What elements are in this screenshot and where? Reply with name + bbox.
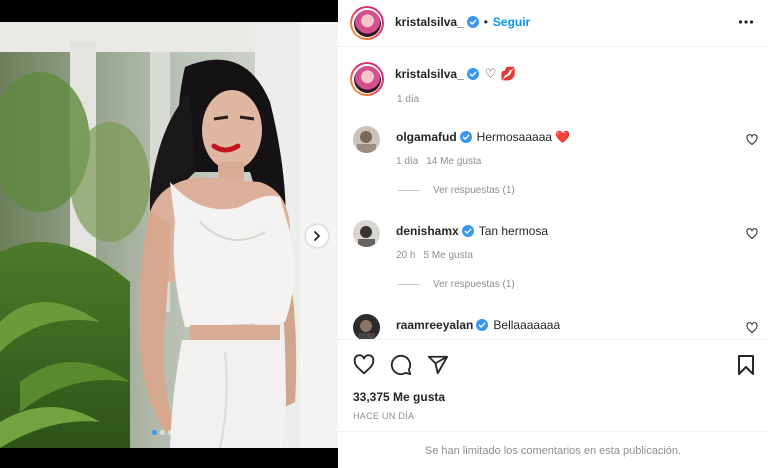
verified-badge-icon bbox=[459, 131, 472, 143]
save-button[interactable] bbox=[736, 354, 756, 381]
post-photo-panel bbox=[0, 0, 338, 468]
verified-badge-icon bbox=[466, 68, 479, 80]
comment-text: Hermosaaaaa ❤️ bbox=[476, 130, 571, 144]
view-replies-button[interactable]: Ver respuestas (1) bbox=[398, 185, 515, 196]
heart-icon bbox=[746, 228, 758, 240]
commenter-username[interactable]: olgamafud bbox=[396, 130, 457, 144]
caption-text: ♡ 💋 bbox=[484, 66, 517, 81]
carousel-dot bbox=[160, 430, 165, 435]
view-replies-label: Ver respuestas (1) bbox=[433, 279, 515, 290]
author-username[interactable]: kristalsilva_ bbox=[395, 15, 464, 29]
commenter-username[interactable]: denishamx bbox=[396, 224, 459, 238]
comment-text: Tan hermosa bbox=[478, 224, 549, 238]
view-replies-label: Ver respuestas (1) bbox=[433, 185, 515, 196]
comment-time: 1 día bbox=[396, 156, 419, 167]
post-details-panel: kristalsilva_ • Seguir kristalsilva_ ♡ 💋… bbox=[338, 0, 768, 468]
likes-count[interactable]: 33,375 Me gusta bbox=[353, 390, 445, 404]
carousel-dot bbox=[168, 430, 173, 435]
commenter-username[interactable]: raamreeyalan bbox=[396, 318, 473, 332]
view-replies-button[interactable]: Ver respuestas (1) bbox=[398, 279, 515, 290]
caption-time: 1 día bbox=[397, 94, 420, 105]
post-date: HACE UN DÍA bbox=[353, 411, 415, 421]
carousel-next-button[interactable] bbox=[306, 225, 328, 247]
more-options-button[interactable] bbox=[738, 14, 754, 35]
author-avatar[interactable] bbox=[350, 6, 384, 40]
post-image bbox=[0, 22, 338, 448]
post-header: kristalsilva_ • Seguir bbox=[338, 0, 768, 47]
carousel-dot-active bbox=[152, 430, 157, 435]
post-actions: 33,375 Me gusta HACE UN DÍA Se han limit… bbox=[338, 339, 768, 468]
comment-like-button[interactable] bbox=[746, 227, 758, 245]
commenter-avatar[interactable] bbox=[353, 314, 380, 339]
comments-scroll-area[interactable]: kristalsilva_ ♡ 💋 1 día olgamafud Hermos… bbox=[338, 48, 768, 339]
verified-badge-icon bbox=[466, 16, 479, 28]
follow-button[interactable]: Seguir bbox=[493, 15, 530, 29]
separator-bullet: • bbox=[483, 15, 488, 29]
caption-author-avatar[interactable] bbox=[350, 62, 384, 96]
comment-likes[interactable]: 5 Me gusta bbox=[423, 250, 472, 261]
more-options-icon bbox=[738, 20, 754, 24]
heart-icon bbox=[746, 322, 758, 334]
comments-limited-notice: Se han limitado los comentarios en esta … bbox=[338, 431, 768, 468]
chevron-right-icon bbox=[314, 231, 321, 241]
carousel-dots bbox=[152, 430, 173, 435]
verified-badge-icon bbox=[461, 225, 474, 237]
comment-time: 20 h bbox=[396, 250, 416, 261]
heart-icon[interactable] bbox=[353, 354, 375, 376]
comment-like-button[interactable] bbox=[746, 321, 758, 339]
comment-icon[interactable] bbox=[390, 354, 412, 376]
commenter-avatar[interactable] bbox=[353, 220, 380, 247]
comment-likes[interactable]: 14 Me gusta bbox=[426, 156, 481, 167]
bookmark-icon bbox=[738, 355, 754, 375]
heart-icon bbox=[746, 134, 758, 146]
commenter-avatar[interactable] bbox=[353, 126, 380, 153]
comment-like-button[interactable] bbox=[746, 133, 758, 151]
caption-author-username[interactable]: kristalsilva_ bbox=[395, 67, 464, 81]
share-icon[interactable] bbox=[427, 354, 449, 376]
verified-badge-icon bbox=[476, 319, 489, 331]
comment-text: Bellaaaaaaa bbox=[493, 318, 561, 332]
